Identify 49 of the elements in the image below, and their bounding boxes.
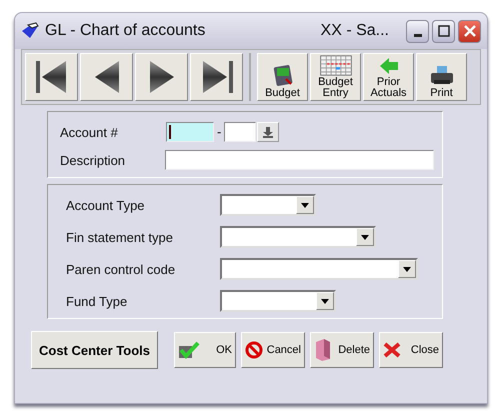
first-record-button[interactable] xyxy=(25,53,78,101)
cross-icon xyxy=(383,341,401,359)
eraser-icon xyxy=(314,338,332,362)
toolbar-button[interactable]: Budget Entry xyxy=(310,53,361,101)
field-label: Fund Type xyxy=(66,294,128,308)
no-entry-icon xyxy=(245,341,263,359)
field-label: Account # xyxy=(60,124,119,140)
toolbar-button[interactable]: Prior Actuals xyxy=(363,53,414,101)
description-field[interactable] xyxy=(164,150,434,170)
down-arrow-icon xyxy=(262,126,274,138)
minimize-button[interactable] xyxy=(406,20,429,42)
toolbar-button[interactable]: Budget xyxy=(257,53,308,101)
dropdown-arrow-icon xyxy=(301,202,309,208)
dropdown[interactable] xyxy=(220,226,376,248)
dropdown[interactable] xyxy=(220,258,418,280)
close-button[interactable]: Close xyxy=(379,332,443,368)
minimize-icon xyxy=(414,34,422,36)
close-icon xyxy=(462,24,476,38)
window-subtitle: XX - Sa... xyxy=(320,22,389,40)
field-label: Account Type xyxy=(66,198,146,212)
checkmark-icon xyxy=(178,341,200,359)
cost-center-tools-button[interactable]: Cost Center Tools xyxy=(31,331,158,369)
dropdown-arrow-icon xyxy=(403,266,411,272)
close-window-button[interactable] xyxy=(458,20,481,42)
dropdown-arrow-icon xyxy=(321,298,329,304)
account-suffix-field[interactable] xyxy=(224,122,256,142)
lookup-button[interactable] xyxy=(257,122,280,142)
delete-button[interactable]: Delete xyxy=(310,332,374,368)
account-number-field[interactable] xyxy=(166,122,214,142)
window-title: GL - Chart of accounts xyxy=(45,22,206,40)
cancel-button[interactable]: Cancel xyxy=(241,332,305,368)
previous-record-button[interactable] xyxy=(80,53,133,101)
field-label: Paren control code xyxy=(66,262,176,276)
last-record-button[interactable] xyxy=(190,53,243,101)
next-record-button[interactable] xyxy=(135,53,188,101)
field-label: Fin statement type xyxy=(66,230,174,244)
dropdown-arrow-icon xyxy=(361,234,369,240)
toolbar-button[interactable]: Print xyxy=(416,53,467,101)
dropdown[interactable] xyxy=(220,194,316,216)
app-icon xyxy=(20,22,40,40)
maximize-button[interactable] xyxy=(432,20,455,42)
printer-icon xyxy=(428,65,454,87)
field-label: Description xyxy=(60,152,126,168)
money-sheet-icon xyxy=(272,63,294,87)
dropdown[interactable] xyxy=(220,290,336,312)
maximize-icon xyxy=(438,25,450,37)
left-arrow-icon xyxy=(378,56,400,76)
ok-button[interactable]: OK xyxy=(174,332,236,368)
separator-text: - xyxy=(217,125,222,139)
